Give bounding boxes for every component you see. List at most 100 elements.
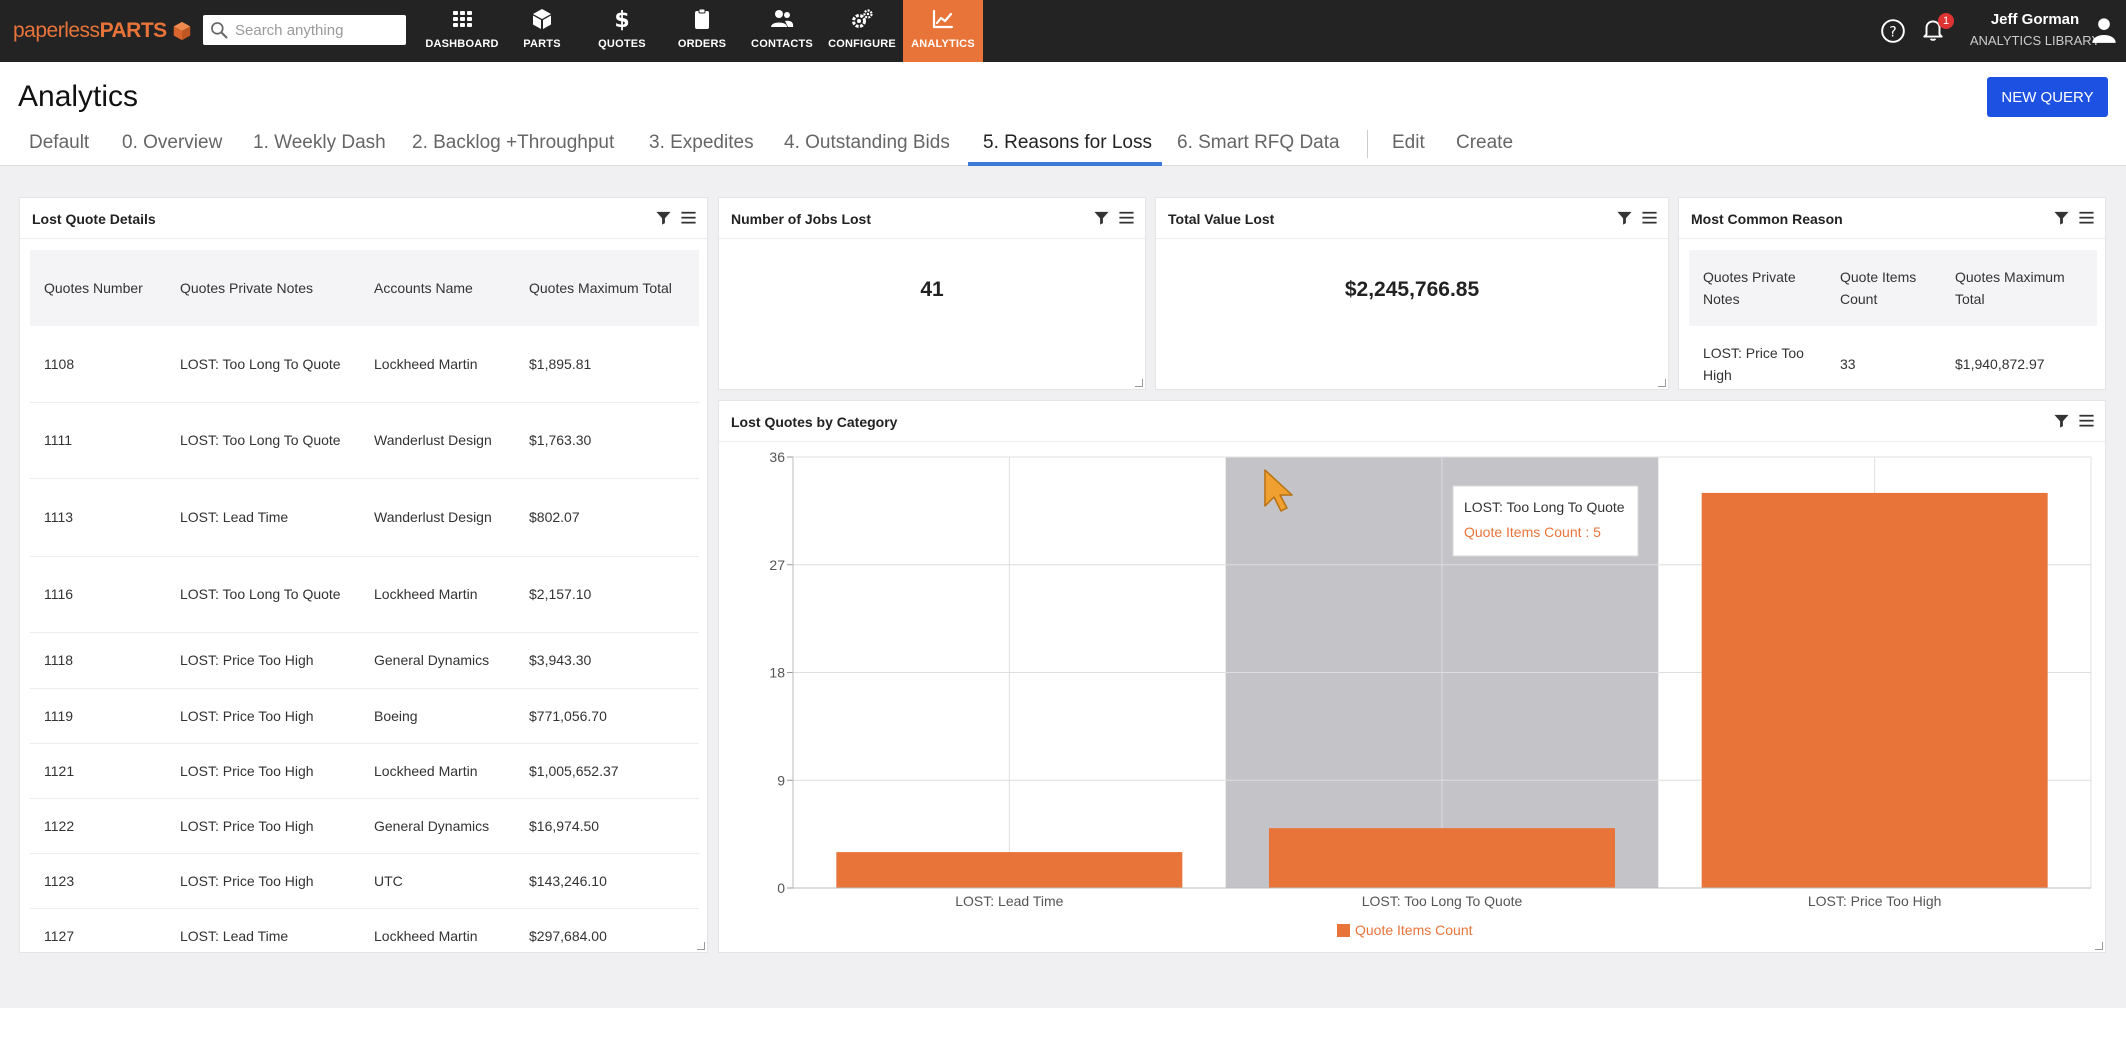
nav-quotes[interactable]: $ QUOTES — [582, 0, 662, 62]
lost-quote-table-wrapper[interactable]: Quotes Number Quotes Private Notes Accou… — [30, 250, 699, 948]
logo[interactable]: paperless PARTS — [13, 18, 193, 44]
resize-handle[interactable] — [2095, 942, 2103, 950]
bar[interactable] — [836, 852, 1183, 888]
dollar-icon: $ — [614, 8, 629, 31]
nav-parts[interactable]: PARTS — [502, 0, 582, 62]
column-header[interactable]: Quotes Number — [30, 250, 166, 326]
column-header[interactable]: Accounts Name — [360, 250, 515, 326]
filter-icon[interactable] — [655, 209, 672, 226]
table-cell: LOST: Too Long To Quote — [166, 402, 360, 479]
table-cell: 1111 — [30, 402, 166, 479]
column-header[interactable]: Quotes Private Notes — [166, 250, 360, 326]
table-cell: 1119 — [30, 688, 166, 744]
user-name[interactable]: Jeff Gorman — [1960, 11, 2110, 28]
resize-handle[interactable] — [1658, 379, 1666, 387]
nav-contacts[interactable]: CONTACTS — [742, 0, 822, 62]
table-row[interactable]: 1108 LOST: Too Long To Quote Lockheed Mart… — [30, 326, 699, 403]
notifications-button[interactable]: 1 — [1920, 13, 1954, 46]
lost-quote-table: Quotes Number Quotes Private Notes Accou… — [30, 250, 699, 948]
search-input[interactable] — [235, 21, 400, 39]
table-cell: Wanderlust Design — [360, 402, 515, 479]
column-header[interactable]: Quotes Maximum Total — [515, 250, 699, 326]
page-title: Analytics — [18, 80, 139, 113]
filter-icon[interactable] — [1616, 209, 1633, 226]
table-cell: Wanderlust Design — [360, 478, 515, 557]
x-tick-label: LOST: Too Long To Quote — [1362, 893, 1523, 909]
menu-icon[interactable] — [1641, 209, 1658, 226]
table-row[interactable]: LOST: Price Too High 33 $1,940,872.97 — [1689, 326, 2097, 386]
menu-icon[interactable] — [1118, 209, 1135, 226]
logo-text-paperless: paperless — [13, 19, 100, 42]
table-cell: 1108 — [30, 326, 166, 403]
tooltip-title: LOST: Too Long To Quote — [1464, 499, 1625, 515]
tab-edit[interactable]: Edit — [1392, 128, 1425, 166]
notification-badge: 1 — [1938, 13, 1954, 29]
tab-outstanding-bids[interactable]: 4. Outstanding Bids — [784, 128, 950, 166]
table-row[interactable]: 1119 LOST: Price Too High Boeing $771,056.7… — [30, 688, 699, 744]
table-cell: 1122 — [30, 798, 166, 854]
value-lost-panel: Total Value Lost $2,245,766.85 — [1155, 197, 1669, 390]
y-tick-label: 0 — [777, 880, 785, 896]
table-row[interactable]: 1118 LOST: Price Too High General Dynamics… — [30, 632, 699, 689]
table-row[interactable]: 1127 LOST: Lead Time Lockheed Martin $297,6… — [30, 908, 699, 948]
tab-weekly-dash[interactable]: 1. Weekly Dash — [253, 128, 386, 166]
legend-label[interactable]: Quote Items Count — [1355, 922, 1473, 938]
x-tick-label: LOST: Price Too High — [1808, 893, 1942, 909]
table-row[interactable]: 1122 LOST: Price Too High General Dynamics… — [30, 798, 699, 854]
tab-create[interactable]: Create — [1456, 128, 1513, 166]
tab-smart-rfq-data[interactable]: 6. Smart RFQ Data — [1177, 128, 1340, 166]
menu-icon[interactable] — [680, 209, 697, 226]
table-cell: $1,940,872.97 — [1955, 356, 2045, 372]
lost-quote-rows: 1108 LOST: Too Long To Quote Lockheed Mart… — [30, 326, 699, 948]
column-header[interactable]: Quotes Maximum Total — [1941, 250, 2097, 326]
panel-actions — [1616, 209, 1658, 226]
table-row[interactable]: 1123 LOST: Price Too High UTC $143,246.10 — [30, 853, 699, 909]
table-row[interactable]: 1113 LOST: Lead Time Wanderlust Design $802… — [30, 478, 699, 557]
bar-chart[interactable]: 0 9 18 27 36 LOST: Lead Time LOST: Too Long To… — [719, 401, 2107, 954]
chart-tooltip — [1452, 485, 1639, 557]
tab-expedites[interactable]: 3. Expedites — [649, 128, 754, 166]
bar[interactable] — [1269, 828, 1615, 888]
table-cell: General Dynamics — [360, 632, 515, 689]
filter-icon[interactable] — [1093, 209, 1110, 226]
table-cell: LOST: Lead Time — [166, 908, 360, 948]
table-header-row: Quotes Number Quotes Private Notes Accou… — [30, 250, 699, 326]
page-header: Analytics NEW QUERY Default 0. Overview … — [0, 62, 2126, 166]
nav-dashboard[interactable]: DASHBOARD — [422, 0, 502, 62]
new-query-button[interactable]: NEW QUERY — [1987, 77, 2108, 117]
bar[interactable] — [1701, 492, 2048, 888]
common-reason-table-wrapper[interactable]: Quotes Private Notes Quote Items Count Q… — [1689, 250, 2097, 386]
user-role: ANALYTICS LIBRARY — [1969, 33, 2101, 48]
y-tick-label: 9 — [777, 772, 785, 788]
table-cell: General Dynamics — [360, 798, 515, 854]
menu-icon[interactable] — [2078, 209, 2095, 226]
nav-label: QUOTES — [598, 38, 646, 50]
help-icon[interactable]: ? — [1880, 18, 1906, 44]
table-row[interactable]: 1116 LOST: Too Long To Quote Lockheed Mart… — [30, 556, 699, 633]
x-tick-label: LOST: Lead Time — [955, 893, 1063, 909]
table-cell: $3,943.30 — [515, 632, 699, 689]
table-header-row: Quotes Private Notes Quote Items Count Q… — [1689, 250, 2097, 326]
tab-reasons-for-loss[interactable]: 5. Reasons for Loss — [968, 128, 1162, 166]
tab-default[interactable]: Default — [29, 128, 89, 166]
column-header[interactable]: Quotes Private Notes — [1689, 250, 1826, 326]
tab-backlog-throughput[interactable]: 2. Backlog +Throughput — [412, 128, 614, 166]
value-lost-amount: $2,245,766.85 — [1344, 278, 1480, 301]
resize-handle[interactable] — [1135, 379, 1143, 387]
nav-orders[interactable]: ORDERS — [662, 0, 742, 62]
table-cell: LOST: Price Too High — [166, 798, 360, 854]
table-cell: $2,157.10 — [515, 556, 699, 633]
mouse-cursor-icon — [1264, 469, 1293, 512]
search-box[interactable] — [203, 15, 406, 45]
table-row[interactable]: 1111 LOST: Too Long To Quote Wanderlust De… — [30, 402, 699, 479]
tab-overview[interactable]: 0. Overview — [122, 128, 222, 166]
table-row[interactable]: 1121 LOST: Price Too High Lockheed Martin $… — [30, 743, 699, 799]
table-cell: $1,895.81 — [515, 326, 699, 403]
nav-analytics[interactable]: ANALYTICS — [903, 0, 983, 62]
filter-icon[interactable] — [2053, 209, 2070, 226]
resize-handle[interactable] — [697, 942, 705, 950]
nav-configure[interactable]: CONFIGURE — [822, 0, 902, 62]
user-avatar-icon[interactable] — [2090, 16, 2118, 44]
legend-swatch — [1337, 924, 1350, 937]
column-header[interactable]: Quote Items Count — [1826, 250, 1941, 326]
